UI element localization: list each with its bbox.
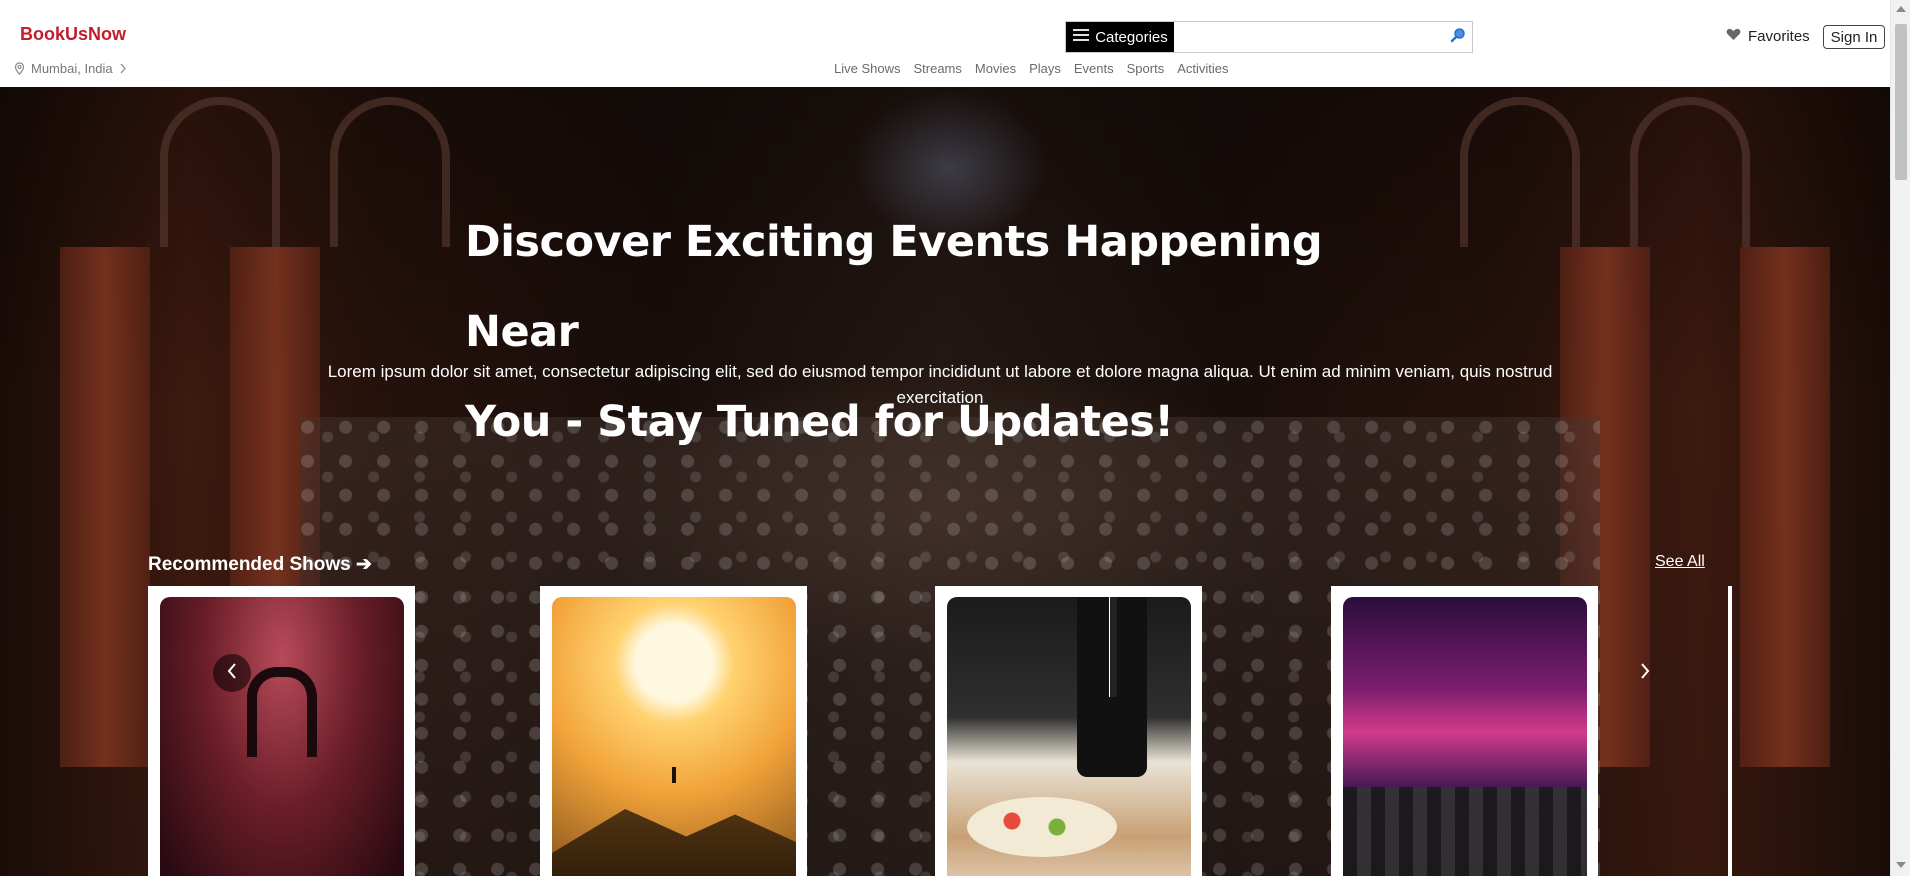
sign-in-button[interactable]: Sign In bbox=[1823, 25, 1885, 49]
concert-performer-image bbox=[160, 597, 404, 876]
audio-mixer-image bbox=[1343, 597, 1587, 876]
brand-logo[interactable]: BookUsNow bbox=[20, 24, 126, 45]
chevron-right-icon bbox=[119, 63, 127, 74]
food-platter bbox=[967, 797, 1117, 857]
show-card[interactable] bbox=[935, 586, 1202, 876]
categories-label: Categories bbox=[1095, 28, 1168, 46]
show-card-partial[interactable] bbox=[1728, 586, 1732, 876]
scroll-thumb[interactable] bbox=[1895, 24, 1907, 180]
search-input[interactable] bbox=[1174, 22, 1444, 52]
hall-arch bbox=[1460, 97, 1580, 247]
heart-icon bbox=[1726, 28, 1741, 45]
map-pin-icon bbox=[14, 62, 25, 75]
performer-silhouette bbox=[247, 667, 317, 757]
hall-arch bbox=[330, 97, 450, 247]
hero-description: Lorem ipsum dolor sit amet, consectetur … bbox=[327, 362, 1553, 407]
carousel-next-button[interactable] bbox=[1626, 654, 1664, 692]
curtain bbox=[60, 247, 150, 767]
catering-waiter-image bbox=[947, 597, 1191, 876]
hero-title: Discover Exciting Events Happening Near … bbox=[465, 197, 1365, 467]
nav-sports[interactable]: Sports bbox=[1127, 61, 1165, 76]
page-scrollbar[interactable] bbox=[1890, 0, 1910, 876]
location-selector[interactable]: Mumbai, India bbox=[14, 61, 127, 76]
scroll-up-icon[interactable] bbox=[1896, 6, 1906, 12]
nav-events[interactable]: Events bbox=[1074, 61, 1114, 76]
scroll-down-icon[interactable] bbox=[1896, 862, 1906, 868]
top-header: BookUsNow Mumbai, India Categories Live … bbox=[0, 0, 1890, 87]
nav-plays[interactable]: Plays bbox=[1029, 61, 1061, 76]
chevron-right-icon bbox=[1639, 662, 1651, 685]
mountain-silhouette bbox=[552, 809, 796, 876]
nav-live-shows[interactable]: Live Shows bbox=[834, 61, 900, 76]
chevron-left-icon bbox=[226, 662, 238, 685]
nav-activities[interactable]: Activities bbox=[1177, 61, 1228, 76]
mixer-board bbox=[1343, 787, 1587, 876]
recommended-shows-title[interactable]: Recommended Shows ➔ bbox=[148, 553, 372, 576]
nav-movies[interactable]: Movies bbox=[975, 61, 1016, 76]
see-all-link[interactable]: See All bbox=[1655, 553, 1705, 571]
categories-button[interactable]: Categories bbox=[1066, 22, 1174, 52]
hero-title-line1: Discover Exciting Events Happening Near bbox=[465, 217, 1323, 357]
show-card[interactable] bbox=[1331, 586, 1598, 876]
category-nav: Live Shows Streams Movies Plays Events S… bbox=[834, 61, 1229, 76]
favorites-link[interactable]: Favorites bbox=[1726, 28, 1810, 45]
show-card[interactable] bbox=[148, 586, 415, 876]
person-silhouette bbox=[672, 767, 676, 783]
search-bar: Categories bbox=[1065, 21, 1473, 53]
waiter-tie bbox=[1109, 597, 1117, 697]
location-label: Mumbai, India bbox=[31, 61, 113, 76]
curtain bbox=[1740, 247, 1830, 767]
nav-streams[interactable]: Streams bbox=[913, 61, 961, 76]
search-icon bbox=[1450, 27, 1466, 48]
sunset-mountain-image bbox=[552, 597, 796, 876]
carousel-prev-button[interactable] bbox=[213, 654, 251, 692]
hall-arch bbox=[160, 97, 280, 247]
favorites-label: Favorites bbox=[1748, 28, 1810, 45]
hamburger-icon bbox=[1072, 28, 1090, 46]
show-card[interactable] bbox=[540, 586, 807, 876]
hall-arch bbox=[1630, 97, 1750, 247]
search-button[interactable] bbox=[1444, 22, 1472, 52]
